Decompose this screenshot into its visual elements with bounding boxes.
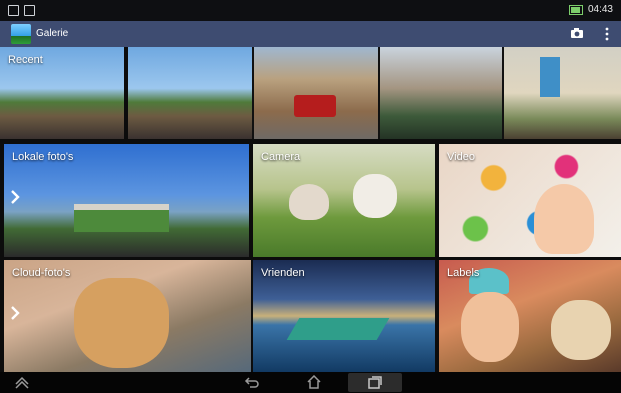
status-bar: 04:43 [0, 0, 621, 21]
status-time: 04:43 [587, 4, 613, 15]
labels-photo-child [461, 292, 519, 362]
cloud-photo-dog [74, 278, 169, 368]
labels-photo-dog [551, 300, 611, 360]
album-label: Recent [8, 54, 43, 66]
navigation-bar [0, 372, 621, 393]
album-tile-camera[interactable]: Camera [253, 144, 435, 257]
chevron-right-icon[interactable] [10, 306, 20, 320]
status-left-icons [8, 5, 36, 16]
album-label: Labels [447, 267, 480, 279]
overflow-menu-icon[interactable] [604, 27, 610, 41]
tile-divider [124, 47, 128, 139]
home-icon[interactable] [306, 375, 322, 389]
recent-photo-car [294, 95, 336, 117]
hide-nav-icon[interactable] [14, 375, 30, 389]
album-tile-lokale[interactable]: Lokale foto's [4, 144, 249, 257]
album-label: Vrienden [261, 267, 305, 279]
album-tile-labels[interactable]: Labels [439, 260, 621, 372]
recent-photo-street [254, 47, 378, 139]
camera-photo-puppy [353, 174, 397, 218]
status-right: 04:43 [568, 4, 613, 15]
battery-icon [568, 4, 583, 15]
notification-icon [24, 5, 35, 16]
album-grid: Recent Lokale foto's Camera Video Cloud-… [0, 47, 621, 372]
camera-icon[interactable] [570, 27, 584, 39]
recent-apps-icon[interactable] [367, 375, 383, 389]
recent-photo-shutter [540, 57, 560, 97]
lokale-photo-gate [74, 204, 169, 232]
album-tile-vrienden[interactable]: Vrienden [253, 260, 435, 372]
album-label: Camera [261, 151, 301, 163]
recent-photo-canal [380, 47, 502, 139]
video-photo-child [534, 184, 594, 254]
gallery-app-icon[interactable] [11, 24, 31, 44]
camera-photo-baby [289, 184, 329, 220]
album-tile-cloud[interactable]: Cloud-foto's [4, 260, 251, 372]
screenshot-icon [8, 5, 19, 16]
album-tile-recent[interactable]: Recent [0, 47, 621, 139]
album-label: Video [447, 151, 475, 163]
chevron-right-icon[interactable] [10, 190, 20, 204]
album-tile-video[interactable]: Video [439, 144, 621, 257]
app-title: Galerie [36, 28, 69, 39]
album-label: Cloud-foto's [12, 267, 71, 279]
recent-photo-house [504, 47, 621, 139]
back-icon[interactable] [244, 375, 260, 389]
album-label: Lokale foto's [12, 151, 74, 163]
vrienden-photo-pier [286, 318, 390, 340]
action-bar: Galerie [0, 21, 621, 47]
